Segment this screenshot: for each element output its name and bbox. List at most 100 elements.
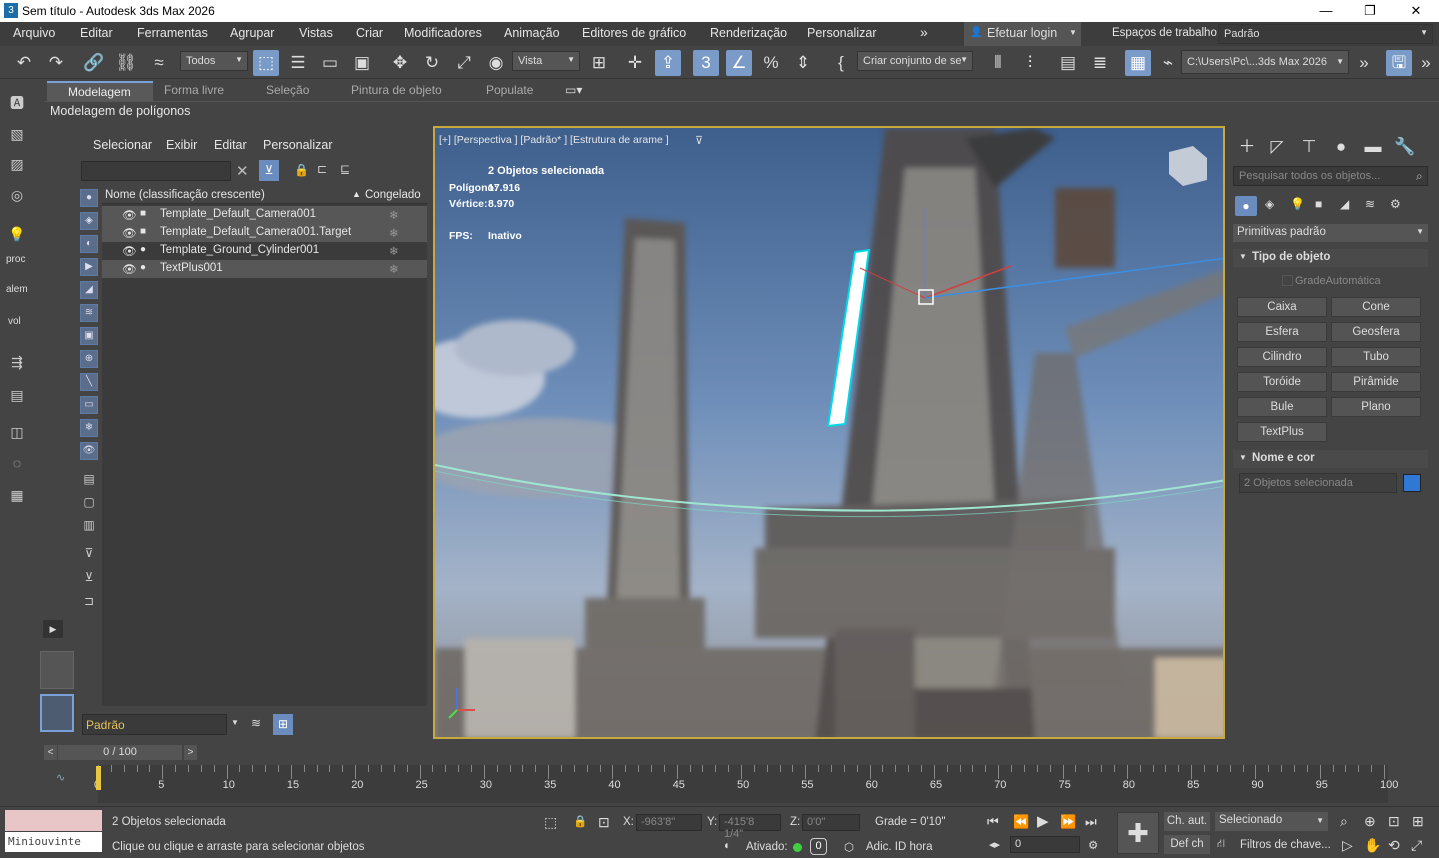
minimize-button[interactable]: — [1303, 2, 1349, 20]
rotate-icon[interactable]: ↻ [419, 50, 445, 76]
display-bones-icon[interactable]: ╲ [80, 373, 98, 391]
move-icon[interactable]: ✥ [387, 50, 413, 76]
select-manipulate-icon[interactable]: ✛ [622, 50, 648, 76]
z-coord-field[interactable]: 0'0" [802, 814, 860, 831]
save-icon[interactable]: 🖫 [1386, 50, 1412, 76]
scene-icon[interactable]: ⊐ [80, 592, 98, 610]
workspace-select[interactable]: Padrão ▼ [1218, 24, 1433, 44]
login-button[interactable]: 👤 Efetuar login ▼ [964, 22, 1081, 46]
menu-overflow-icon[interactable]: » [920, 24, 928, 40]
col-frozen-header[interactable]: Congelado [365, 189, 421, 201]
col-name-header[interactable]: Nome (classificação crescente) [105, 189, 265, 201]
curve-editor-mini-icon[interactable]: ∿ [56, 771, 65, 784]
table-row[interactable]: 👁 ■ Template_Default_Camera001.Target ❄ [102, 224, 427, 242]
time-slider[interactable]: 0 / 100 [58, 745, 182, 760]
undo-icon[interactable]: ↶ [11, 50, 37, 76]
tab-modelagem[interactable]: Modelagem [47, 81, 153, 101]
rollout-tipo-objeto-header[interactable]: ▼ Tipo de objeto [1233, 249, 1428, 267]
toroide-button[interactable]: Toróide [1237, 372, 1327, 392]
se-menu-personalizar[interactable]: Personalizar [263, 138, 332, 152]
clear-search-icon[interactable]: ✕ [236, 162, 249, 180]
systems-category-icon[interactable]: ⚙ [1390, 197, 1401, 211]
menu-editores-grafico[interactable]: Editores de gráfico [582, 26, 686, 40]
display-helpers-icon[interactable]: ◢ [80, 281, 98, 299]
expand-hierarchy-icon[interactable]: ⊑ [340, 162, 350, 176]
object-color-swatch[interactable] [1403, 474, 1421, 492]
utilities-tab-icon[interactable]: 🔧 [1392, 134, 1418, 160]
isolate-icon[interactable]: ⬚ [544, 814, 557, 831]
project-path-select[interactable]: C:\Users\Pc\...3ds Max 2026 ▼ [1181, 50, 1349, 74]
table-row[interactable]: 👁 ● Template_Ground_Cylinder001 ❄ [102, 242, 427, 260]
menu-agrupar[interactable]: Agrupar [230, 26, 274, 40]
key-mode-icon[interactable]: ◂▸ [989, 838, 1000, 851]
play-icon[interactable]: ▶ [1037, 812, 1049, 830]
display-hidden-icon[interactable]: 👁 [80, 442, 98, 460]
rollout-nome-cor-header[interactable]: ▼ Nome e cor [1233, 450, 1428, 468]
table-row[interactable]: 👁 ■ Template_Default_Camera001 ❄ [102, 206, 427, 224]
shapes-category-icon[interactable]: ◈ [1265, 197, 1274, 211]
particle-tool-icon[interactable]: ⇶ [4, 349, 30, 375]
prev-frame-icon[interactable]: < [44, 745, 57, 760]
maximize-viewport-icon[interactable]: ⤢ [1411, 837, 1422, 854]
display-invert-icon[interactable]: ▥ [80, 516, 98, 534]
text-sequence-icon[interactable]: ▧ [4, 121, 30, 147]
mirror-icon[interactable]: ⫴ [985, 50, 1011, 76]
se-search-input[interactable] [81, 161, 231, 181]
freeze-icon[interactable]: ❄ [389, 226, 399, 240]
display-frozen-icon[interactable]: ❄ [80, 419, 98, 437]
display-all-icon[interactable]: ▤ [80, 470, 98, 488]
select-object-icon[interactable]: ⬚ [253, 50, 279, 76]
minilistener-input[interactable]: Miniouvinte [5, 832, 102, 852]
display-lights-icon[interactable]: ◐ [80, 235, 98, 253]
tab-forma-livre[interactable]: Forma livre [164, 83, 224, 97]
redo-icon[interactable]: ↷ [43, 50, 69, 76]
autogrid-checkbox[interactable] [1282, 275, 1293, 286]
vol-label[interactable]: vol [8, 316, 21, 327]
schematic-tool-icon[interactable]: ▦ [4, 482, 30, 508]
explorer-mode-icon[interactable] [40, 651, 74, 689]
maximize-button[interactable]: ❐ [1347, 2, 1393, 20]
hierarchy-tab-icon[interactable]: ⊤ [1296, 134, 1322, 160]
filter-funnel-icon[interactable]: ⊽ [80, 544, 98, 562]
scale-icon[interactable]: ⤢ [451, 50, 477, 76]
bule-button[interactable]: Bule [1237, 397, 1327, 417]
expand-panel-icon[interactable]: ▶ [43, 620, 63, 638]
layer-tree-icon[interactable]: ⊞ [273, 714, 293, 735]
angle-snap-icon[interactable]: ∠ [726, 50, 752, 76]
fov-icon[interactable]: ▷ [1342, 837, 1353, 854]
geosfera-button[interactable]: Geosfera [1331, 322, 1421, 342]
layer-dropdown-icon[interactable]: ▼ [231, 718, 239, 727]
display-containers-icon[interactable]: ▭ [80, 396, 98, 414]
named-selection-set-select[interactable]: Criar conjunto de se ▼ [857, 51, 973, 71]
display-geometry-icon[interactable]: ● [80, 189, 98, 207]
create-tab-icon[interactable]: ＋ [1234, 134, 1260, 160]
key-selection-select[interactable]: Selecionado ▼ [1215, 812, 1328, 831]
layer-stack-icon[interactable]: ≋ [251, 716, 261, 730]
rect-selection-icon[interactable]: ▭ [317, 50, 343, 76]
zoom-extents-icon[interactable]: ⊡ [1388, 813, 1400, 830]
percent-snap-icon[interactable]: % [758, 50, 784, 76]
layer-explorer-mode-icon[interactable] [40, 694, 74, 732]
display-xrefs-icon[interactable]: ⊕ [80, 350, 98, 368]
motion-tab-icon[interactable]: ● [1328, 134, 1354, 160]
snaps-toggle-icon[interactable]: 3 [693, 50, 719, 76]
freeze-icon[interactable]: ❄ [389, 208, 399, 222]
toolbar-overflow-right-icon[interactable]: » [1413, 50, 1439, 76]
set-key-mode-button[interactable]: Def ch [1164, 835, 1210, 854]
spacewarps-category-icon[interactable]: ≋ [1365, 197, 1375, 211]
ref-coord-select[interactable]: Vista ▼ [512, 51, 580, 71]
go-to-start-icon[interactable]: ⏮ [987, 814, 999, 830]
menu-renderizacao[interactable]: Renderização [710, 26, 787, 40]
filter-add-icon[interactable]: ⊻ [80, 568, 98, 586]
layer-select[interactable]: Padrão [82, 714, 227, 735]
hierarchy-icon[interactable]: ⊏ [317, 162, 327, 176]
layers-tool-icon[interactable]: ◫ [4, 419, 30, 445]
ribbon-toggle-icon[interactable]: ▦ [1125, 50, 1151, 76]
visibility-eye-icon[interactable]: 👁 [122, 208, 137, 222]
edit-named-sets-icon[interactable]: { [828, 50, 854, 76]
object-name-field[interactable]: 2 Objetos selecionada [1239, 473, 1397, 493]
caixa-button[interactable]: Caixa [1237, 297, 1327, 317]
alem-label[interactable]: alem [6, 284, 28, 295]
orbit-icon[interactable]: ⟲ [1388, 837, 1400, 854]
cilindro-button[interactable]: Cilindro [1237, 347, 1327, 367]
